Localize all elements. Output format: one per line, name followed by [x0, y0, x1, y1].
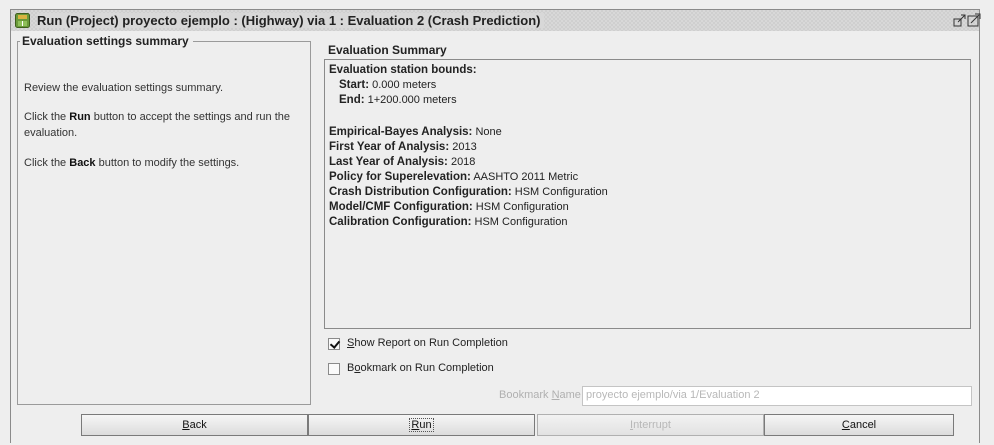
interrupt-button[interactable]: Interrupt	[537, 414, 764, 436]
summary-item: Empirical-Bayes Analysis: None	[329, 126, 502, 138]
window-title: Run (Project) proyecto ejemplo : (Highwa…	[37, 13, 545, 28]
summary-item: Crash Distribution Configuration: HSM Co…	[329, 186, 608, 198]
instruction-back: Click the Back button to modify the sett…	[24, 157, 240, 169]
evaluation-settings-group: Evaluation settings summary Review the e…	[17, 34, 311, 405]
summary-item: Calibration Configuration: HSM Configura…	[329, 216, 568, 228]
station-bounds-label: Evaluation station bounds:	[329, 64, 477, 76]
summary-item: Last Year of Analysis: 2018	[329, 156, 476, 168]
evaluation-summary-heading: Evaluation Summary	[328, 43, 447, 57]
summary-item: Policy for Superelevation: AASHTO 2011 M…	[329, 171, 579, 183]
group-title: Evaluation settings summary	[20, 34, 193, 48]
run-evaluation-dialog: Run (Project) proyecto ejemplo : (Highwa…	[0, 0, 994, 445]
title-bar[interactable]: Run (Project) proyecto ejemplo : (Highwa…	[10, 9, 981, 31]
summary-item: Model/CMF Configuration: HSM Configurati…	[329, 201, 569, 213]
restore-window-icon[interactable]	[953, 13, 967, 27]
bookmark-name-label: Bookmark Name :	[499, 389, 588, 401]
start-bound: Start: 0.000 meters	[339, 79, 437, 91]
bookmark-checkbox[interactable]	[328, 363, 340, 375]
maximize-window-icon[interactable]	[967, 13, 981, 27]
summary-item: First Year of Analysis: 2013	[329, 141, 477, 153]
cancel-button[interactable]: Cancel	[764, 414, 954, 436]
dialog-body: Evaluation settings summary Review the e…	[10, 31, 980, 443]
instruction-run: Click the Run button to accept the setti…	[24, 111, 290, 139]
bookmark-label[interactable]: Bookmark on Run Completion	[347, 362, 494, 374]
run-button[interactable]: Run	[308, 414, 535, 436]
ihsdm-app-icon	[15, 13, 30, 28]
evaluation-summary-box[interactable]: Evaluation station bounds: Start: 0.000 …	[324, 59, 971, 329]
bookmark-name-input[interactable]: proyecto ejemplo/via 1/Evaluation 2	[582, 386, 972, 406]
end-bound: End: 1+200.000 meters	[339, 94, 457, 106]
back-button[interactable]: Back	[81, 414, 308, 436]
instruction-review: Review the evaluation settings summary.	[24, 82, 224, 94]
show-report-checkbox[interactable]	[328, 338, 340, 350]
show-report-label[interactable]: Show Report on Run Completion	[347, 337, 508, 349]
